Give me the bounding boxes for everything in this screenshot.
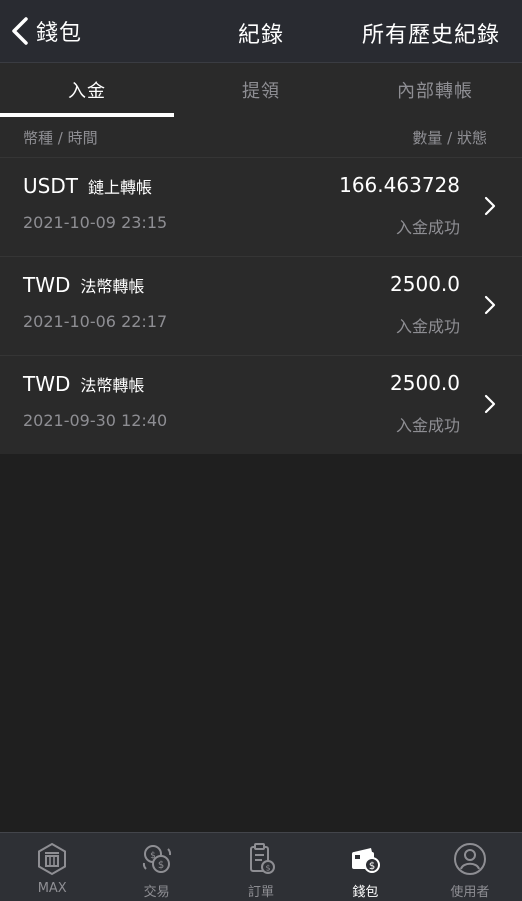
header-bar: 錢包 紀錄 所有歷史紀錄 <box>0 0 522 63</box>
record-type: 鏈上轉帳 <box>87 178 152 197</box>
chevron-left-icon <box>12 17 28 45</box>
record-status: 入金成功 <box>395 317 460 336</box>
record-list: USDT 鏈上轉帳 2021-10-09 23:15 166.463728 入金成… <box>0 157 522 454</box>
column-header: 幣種 / 時間 數量 / 狀態 <box>0 117 522 157</box>
nav-label-orders: 訂單 <box>248 885 275 900</box>
orders-icon: $ <box>250 843 276 874</box>
chevron-right-icon <box>484 394 496 414</box>
tab-deposit[interactable]: 入金 <box>0 63 174 117</box>
user-icon <box>453 843 486 875</box>
record-time: 2021-09-30 12:40 <box>23 411 168 430</box>
record-time: 2021-10-09 23:15 <box>23 213 168 232</box>
record-currency: TWD <box>23 273 71 297</box>
record-amount: 166.463728 <box>339 173 460 197</box>
svg-text:$: $ <box>369 861 375 872</box>
nav-item-orders[interactable]: $ 訂單 <box>209 833 313 901</box>
record-status: 入金成功 <box>395 218 460 237</box>
svg-text:$: $ <box>265 864 270 873</box>
column-amount-status: 數量 / 狀態 <box>412 129 487 147</box>
max-logo-icon <box>38 842 67 876</box>
svg-text:$: $ <box>150 851 156 861</box>
record-time: 2021-10-06 22:17 <box>23 312 168 331</box>
nav-item-user[interactable]: 使用者 <box>418 833 522 901</box>
all-history-button[interactable]: 所有歷史紀錄 <box>362 17 500 49</box>
record-type: 法幣轉帳 <box>80 277 145 296</box>
nav-label-wallet: 錢包 <box>352 885 379 900</box>
record-row[interactable]: USDT 鏈上轉帳 2021-10-09 23:15 166.463728 入金成… <box>0 157 522 256</box>
nav-label-max: MAX <box>37 881 67 896</box>
column-currency-time: 幣種 / 時間 <box>23 129 98 147</box>
back-button[interactable]: 錢包 <box>10 13 82 49</box>
back-label: 錢包 <box>36 21 83 46</box>
bottom-nav: MAX $ $ 交易 $ 訂單 $ 錢包 使用者 <box>0 832 522 901</box>
tab-withdraw[interactable]: 提領 <box>174 63 348 117</box>
chevron-right-icon <box>484 196 496 216</box>
wallet-icon: $ <box>352 848 381 873</box>
chevron-right-icon <box>484 295 496 315</box>
record-row[interactable]: TWD 法幣轉帳 2021-09-30 12:40 2500.0 入金成功 <box>0 355 522 454</box>
record-currency: TWD <box>23 372 71 396</box>
record-currency: USDT <box>23 174 78 198</box>
record-amount: 2500.0 <box>390 371 460 395</box>
page-title: 紀錄 <box>237 23 284 48</box>
record-tabs: 入金 提領 內部轉帳 <box>0 63 522 117</box>
record-amount: 2500.0 <box>390 272 460 296</box>
nav-label-user: 使用者 <box>450 885 490 900</box>
nav-item-wallet[interactable]: $ 錢包 <box>313 833 417 901</box>
record-row[interactable]: TWD 法幣轉帳 2021-10-06 22:17 2500.0 入金成功 <box>0 256 522 355</box>
record-status: 入金成功 <box>395 416 460 435</box>
tab-internal-transfer[interactable]: 內部轉帳 <box>348 63 522 117</box>
exchange-icon: $ $ <box>142 845 171 873</box>
nav-label-trade: 交易 <box>143 885 170 900</box>
nav-item-max[interactable]: MAX <box>0 833 104 901</box>
svg-text:$: $ <box>157 860 163 871</box>
nav-item-trade[interactable]: $ $ 交易 <box>104 833 208 901</box>
record-type: 法幣轉帳 <box>80 376 145 395</box>
